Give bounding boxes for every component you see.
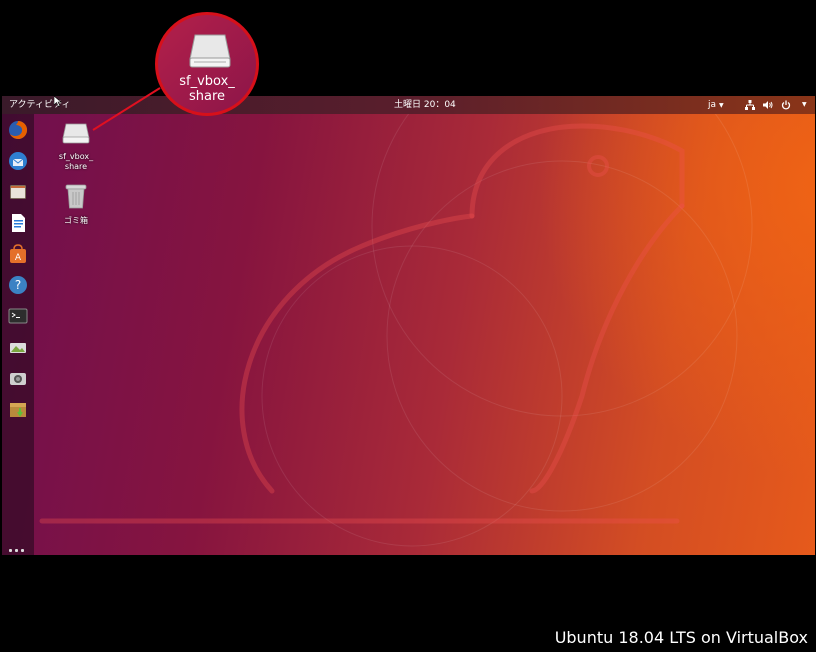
zoom-callout: sf_vbox_ share (155, 12, 259, 116)
writer-icon (12, 214, 25, 232)
drive-icon (62, 123, 90, 144)
firefox-icon (9, 120, 28, 139)
dock-help[interactable]: ? (7, 274, 29, 296)
screenshot-icon (10, 373, 26, 385)
dock-screenshot[interactable] (7, 367, 29, 389)
thunderbird-icon (9, 152, 27, 170)
callout-label: sf_vbox_ share (179, 74, 235, 104)
desktop-icon-trash[interactable]: ゴミ箱 (46, 182, 106, 226)
dock-archive[interactable] (7, 398, 29, 420)
power-icon (781, 100, 791, 110)
input-method-menu[interactable]: ja ▼ (708, 96, 724, 115)
caption: Ubuntu 18.04 LTS on VirtualBox (554, 628, 808, 647)
wallpaper-artwork (39, 96, 753, 547)
chevron-down-icon: ▼ (802, 101, 807, 108)
volume-icon (763, 101, 773, 109)
dock: A ? (2, 114, 34, 555)
ubuntu-desktop: アクティビティ 土曜日 20：04 ja ▼ ▼ A ? sf_vbox_ sh… (2, 96, 815, 555)
drive-icon (189, 34, 231, 68)
top-bar: アクティビティ 土曜日 20：04 ja ▼ ▼ (2, 96, 815, 114)
system-tray[interactable]: ▼ (745, 96, 807, 114)
mouse-pointer-icon (54, 96, 62, 107)
dock-image-viewer[interactable] (7, 336, 29, 358)
dock-terminal[interactable] (7, 305, 29, 327)
svg-text:?: ? (15, 278, 21, 292)
dock-files[interactable] (7, 181, 29, 203)
trash-icon (65, 184, 87, 209)
terminal-icon (8, 308, 28, 324)
desktop-icon-label: sf_vbox_ share (58, 152, 94, 171)
svg-text:A: A (15, 253, 22, 263)
dock-thunderbird[interactable] (7, 150, 29, 172)
software-center-icon: A (10, 244, 26, 263)
desktop-icon-label: ゴミ箱 (64, 216, 88, 225)
help-icon: ? (9, 276, 27, 294)
desktop-icon-sf-vbox-share[interactable]: sf_vbox_ share (46, 122, 106, 172)
network-icon (745, 100, 755, 110)
dock-writer[interactable] (7, 212, 29, 234)
files-icon (10, 185, 26, 199)
dock-firefox[interactable] (7, 119, 29, 141)
show-applications-icon[interactable] (9, 549, 25, 555)
clock[interactable]: 土曜日 20：04 (394, 96, 456, 114)
dock-software[interactable]: A (7, 243, 29, 265)
image-viewer-icon (10, 343, 26, 353)
archive-manager-icon (10, 403, 26, 417)
